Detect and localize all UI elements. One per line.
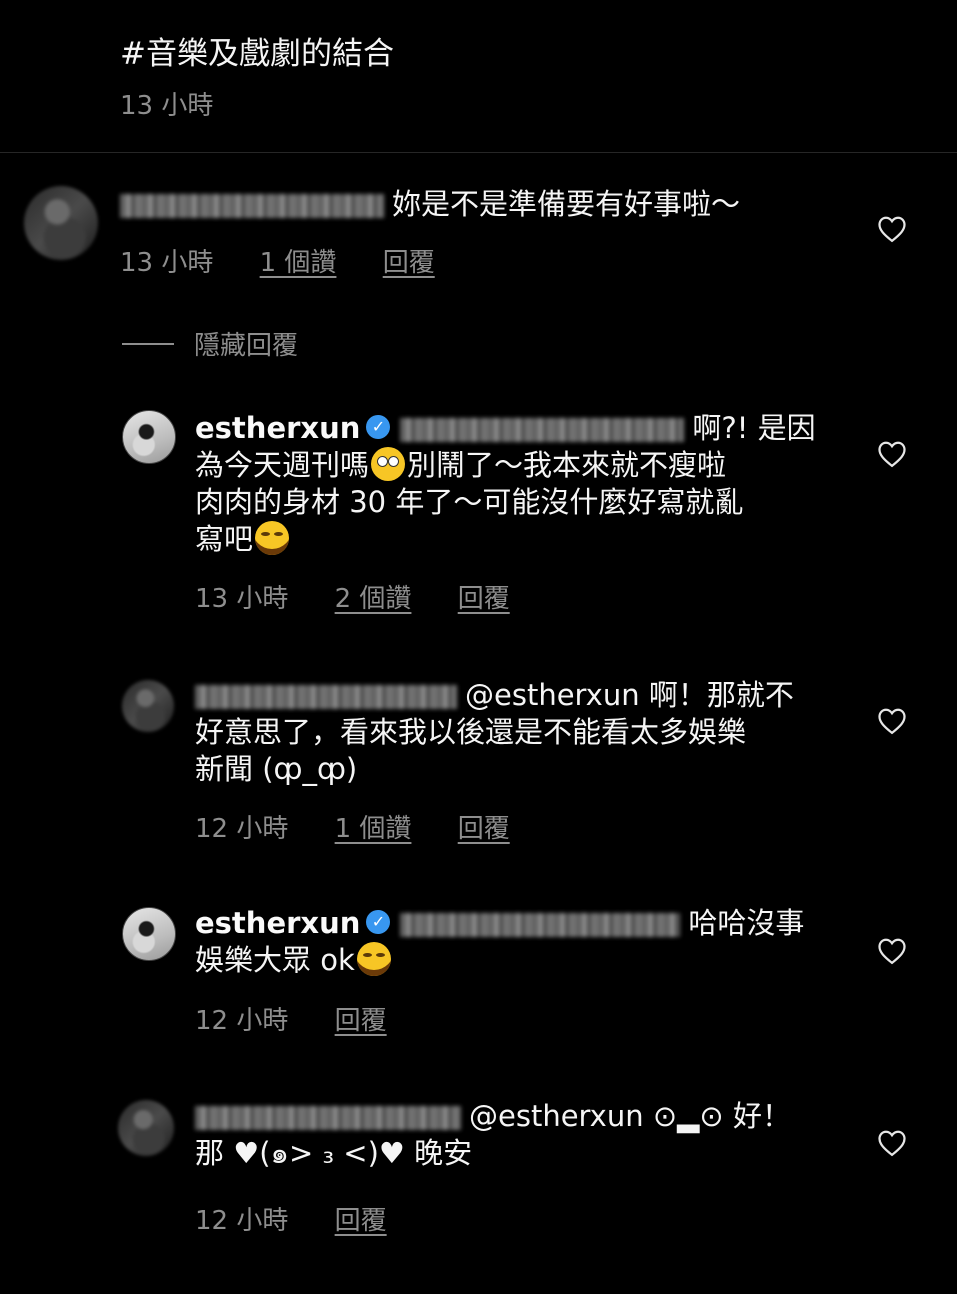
- comment-time: 13 小時: [120, 248, 214, 278]
- comment-text-line2: 那 ♥(๑> ₃ <)♥ 晚安: [195, 1136, 473, 1170]
- redacted-username[interactable]: [195, 1106, 461, 1130]
- comment-text-line1: @estherxun 啊！那就不: [465, 678, 794, 712]
- comment-actions: 13 小時 2 個讚 回覆: [195, 578, 548, 615]
- tears-of-joy-emoji-icon: [255, 521, 290, 555]
- heart-outline-icon[interactable]: [877, 707, 907, 735]
- comment-text-line2b: 別鬧了～我本來就不瘦啦: [407, 448, 727, 482]
- reply-button[interactable]: 回覆: [335, 1206, 387, 1236]
- eye-roll-emoji-icon: [371, 447, 406, 481]
- likes-count-link[interactable]: 2 個讚: [335, 584, 412, 614]
- comment-time: 12 小時: [195, 814, 289, 844]
- comment-body: @estherxun 啊！那就不 好意思了，看來我以後還是不能看太多娛樂 新聞 …: [195, 677, 835, 788]
- redacted-username[interactable]: [195, 685, 457, 709]
- reply-button[interactable]: 回覆: [335, 1006, 387, 1036]
- username-link[interactable]: estherxun: [195, 411, 360, 445]
- comment-text-line2: 娛樂大眾 ok: [195, 943, 355, 977]
- comment-text-line3: 肉肉的身材 30 年了～可能沒什麼好寫就亂: [195, 485, 744, 519]
- caption-time: 13 小時: [120, 91, 214, 121]
- divider: [0, 152, 957, 153]
- comment-body: estherxun ✓ 啊?! 是因 為今天週刊嗎 別鬧了～我本來就不瘦啦 肉肉的身材…: [195, 410, 835, 558]
- comment-text-line2: 好意思了，看來我以後還是不能看太多娛樂: [195, 715, 747, 749]
- comment-body: estherxun ✓ 哈哈沒事 娛樂大眾 ok: [195, 905, 835, 979]
- avatar[interactable]: [24, 186, 98, 260]
- comment-text-line3: 新聞 (ȹ_ȹ): [195, 752, 358, 786]
- comment-text-line1: @estherxun ⊙▂⊙ 好！: [469, 1099, 791, 1133]
- comment-time: 12 小時: [195, 1006, 289, 1036]
- reply-button[interactable]: 回覆: [458, 814, 510, 844]
- comment-body: 妳是不是準備要有好事啦～: [120, 186, 840, 223]
- avatar[interactable]: [122, 907, 176, 961]
- comment-text-line1: 啊?! 是因: [692, 411, 816, 445]
- comment-text: 妳是不是準備要有好事啦～: [392, 187, 741, 221]
- heart-outline-icon[interactable]: [877, 937, 907, 965]
- hide-replies-label: 隱藏回覆: [194, 331, 299, 361]
- heart-outline-icon[interactable]: [877, 440, 907, 468]
- reply-button[interactable]: 回覆: [383, 248, 435, 278]
- hide-replies-button[interactable]: 隱藏回覆: [122, 325, 298, 362]
- username-link[interactable]: estherxun: [195, 906, 360, 940]
- verified-badge-icon: ✓: [366, 910, 391, 934]
- comment-actions: 12 小時 1 個讚 回覆: [195, 808, 548, 845]
- comment-body: @estherxun ⊙▂⊙ 好！ 那 ♥(๑> ₃ <)♥ 晚安: [195, 1098, 835, 1172]
- likes-count-link[interactable]: 1 個讚: [335, 814, 412, 844]
- comment-actions: 13 小時 1 個讚 回覆: [120, 242, 473, 279]
- verified-badge-icon: ✓: [366, 415, 391, 439]
- comment-time: 13 小時: [195, 584, 289, 614]
- redacted-username[interactable]: [120, 194, 384, 218]
- tears-of-joy-emoji-icon: [356, 942, 391, 976]
- heart-outline-icon[interactable]: [877, 215, 907, 243]
- comment-actions: 12 小時 回覆: [195, 1200, 425, 1237]
- comment-time: 12 小時: [195, 1206, 289, 1236]
- reply-button[interactable]: 回覆: [458, 584, 510, 614]
- avatar[interactable]: [118, 1100, 174, 1156]
- redacted-username[interactable]: [400, 913, 681, 937]
- caption-hashtag[interactable]: #音樂及戲劇的結合: [120, 28, 394, 73]
- redacted-username[interactable]: [400, 418, 685, 442]
- likes-count-link[interactable]: 1 個讚: [260, 248, 337, 278]
- hide-replies-line: [122, 342, 174, 345]
- heart-outline-icon[interactable]: [877, 1129, 907, 1157]
- comment-text-line4: 寫吧: [195, 522, 254, 556]
- comment-text-line2a: 為今天週刊嗎: [195, 448, 370, 482]
- avatar[interactable]: [122, 410, 176, 464]
- avatar[interactable]: [122, 680, 174, 732]
- comment-text-line1: 哈哈沒事: [688, 906, 805, 940]
- comment-actions: 12 小時 回覆: [195, 1000, 425, 1037]
